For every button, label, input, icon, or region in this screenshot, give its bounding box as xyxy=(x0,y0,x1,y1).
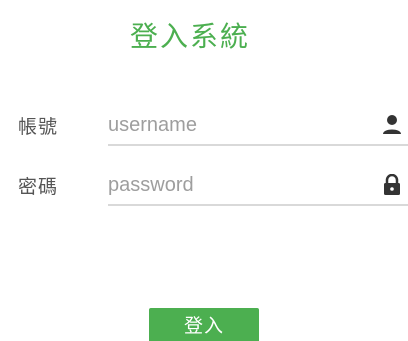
username-row: 帳號 xyxy=(0,106,408,146)
login-button[interactable]: 登入 xyxy=(149,308,259,341)
lock-icon xyxy=(382,173,402,196)
password-input[interactable] xyxy=(108,170,368,200)
password-field-container xyxy=(108,166,408,206)
password-row: 密碼 xyxy=(0,166,408,206)
username-field-container xyxy=(108,106,408,146)
password-label: 密碼 xyxy=(18,176,59,198)
username-label: 帳號 xyxy=(18,116,59,138)
username-input[interactable] xyxy=(108,110,368,140)
page-title: 登入系統 xyxy=(129,20,250,53)
person-icon xyxy=(382,114,402,136)
